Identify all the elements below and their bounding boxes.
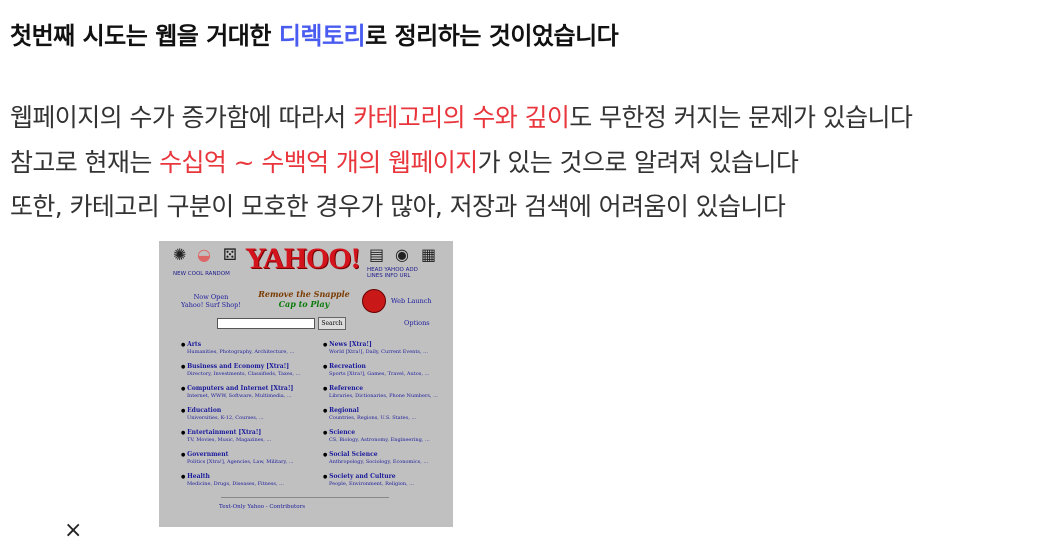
yahoo-logo: YAHOO! bbox=[245, 242, 361, 275]
line-2-text: 참고로 현재는 bbox=[10, 148, 160, 177]
snapple-ball-icon bbox=[362, 289, 386, 313]
category-item[interactable]: Business and Economy [Xtra!]Directory, I… bbox=[181, 363, 300, 378]
category-item[interactable]: HealthMedicine, Drugs, Diseases, Fitness… bbox=[181, 473, 284, 488]
yahoo-header: ✺ ◒ ⚄ YAHOO! ▤ ◉ ▦ NEW COOL RANDOM HEAD … bbox=[159, 241, 453, 285]
body-line-3: 또한, 카테고리 구분이 모호한 경우가 많아, 저장과 검색에 어려움이 있습… bbox=[10, 187, 786, 223]
headlines-icon: ▤ bbox=[369, 245, 385, 264]
line-3-text: 또한, 카테고리 구분이 모호한 경우가 많아, 저장과 검색에 어려움이 있습… bbox=[10, 192, 786, 221]
footer-divider bbox=[221, 497, 389, 498]
category-item[interactable]: GovernmentPolitics [Xtra!], Agencies, La… bbox=[181, 451, 294, 466]
new-icon: ✺ bbox=[173, 245, 187, 264]
category-item[interactable]: RecreationSports [Xtra!], Games, Travel,… bbox=[323, 363, 429, 378]
category-item[interactable]: RegionalCountries, Regions, U.S. States,… bbox=[323, 407, 416, 422]
category-item[interactable]: ArtsHumanities, Photography, Architectur… bbox=[181, 341, 294, 356]
snapple-banner[interactable]: Remove the Snapple Cap to Play bbox=[249, 289, 359, 311]
category-item[interactable]: Entertainment [Xtra!]TV, Movies, Music, … bbox=[181, 429, 271, 444]
line-1-text-end: 도 무한정 커지는 문제가 있습니다 bbox=[569, 103, 913, 132]
heading-text-1: 첫번째 시도는 웹을 거대한 bbox=[10, 22, 279, 50]
category-item[interactable]: ReferenceLibraries, Dictionaries, Phone … bbox=[323, 385, 438, 400]
yahoo-search-button[interactable]: Search bbox=[318, 317, 346, 330]
banner-line-2: Cap to Play bbox=[278, 299, 330, 309]
line-1-highlight: 카테고리의 수와 깊이 bbox=[353, 103, 570, 132]
category-item[interactable]: EducationUniversities, K-12, Courses, ..… bbox=[181, 407, 264, 422]
line-1-text: 웹페이지의 수가 증가함에 따라서 bbox=[10, 103, 353, 132]
banner-line-1: Remove the Snapple bbox=[258, 289, 350, 299]
category-item[interactable]: Computers and Internet [Xtra!]Internet, … bbox=[181, 385, 293, 400]
yahoo-footer-links[interactable]: Text-Only Yahoo - Contributors bbox=[219, 504, 305, 510]
body-line-2: 참고로 현재는 수십억 ~ 수백억 개의 웹페이지가 있는 것으로 알려져 있습… bbox=[10, 143, 799, 179]
web-launch-link[interactable]: Web Launch bbox=[391, 297, 432, 305]
heading-text-2: 로 정리하는 것이었습니다 bbox=[365, 22, 619, 50]
category-item[interactable]: Society and CulturePeople, Environment, … bbox=[323, 473, 414, 488]
add-url-icon: ▦ bbox=[421, 245, 437, 264]
page-heading: 첫번째 시도는 웹을 거대한 디렉토리로 정리하는 것이었습니다 bbox=[10, 16, 619, 51]
body-line-1: 웹페이지의 수가 증가함에 따라서 카테고리의 수와 깊이도 무한정 커지는 문… bbox=[10, 98, 913, 134]
nav-right-labels-2: LINES INFO URL bbox=[367, 273, 411, 279]
random-dice-icon: ⚄ bbox=[223, 245, 237, 264]
nav-left-labels: NEW COOL RANDOM bbox=[173, 271, 230, 277]
info-icon: ◉ bbox=[395, 245, 409, 264]
line-2-text-end: 가 있는 것으로 알려져 있습니다 bbox=[477, 148, 799, 177]
category-item[interactable]: ScienceCS, Biology, Astronomy, Engineeri… bbox=[323, 429, 430, 444]
cool-icon: ◒ bbox=[197, 245, 211, 264]
yahoo-screenshot-image: ✺ ◒ ⚄ YAHOO! ▤ ◉ ▦ NEW COOL RANDOM HEAD … bbox=[159, 241, 453, 527]
close-icon[interactable]: × bbox=[64, 520, 82, 542]
heading-highlight: 디렉토리 bbox=[278, 22, 366, 50]
category-item[interactable]: Social ScienceAnthropology, Sociology, E… bbox=[323, 451, 428, 466]
options-link[interactable]: Options bbox=[404, 319, 430, 327]
surf-shop-link[interactable]: Now Open Yahoo! Surf Shop! bbox=[181, 293, 241, 309]
category-item[interactable]: News [Xtra!]World [Xtra!], Daily, Curren… bbox=[323, 341, 428, 356]
yahoo-search-input[interactable] bbox=[217, 318, 315, 329]
line-2-highlight: 수십억 ~ 수백억 개의 웹페이지 bbox=[159, 148, 478, 177]
